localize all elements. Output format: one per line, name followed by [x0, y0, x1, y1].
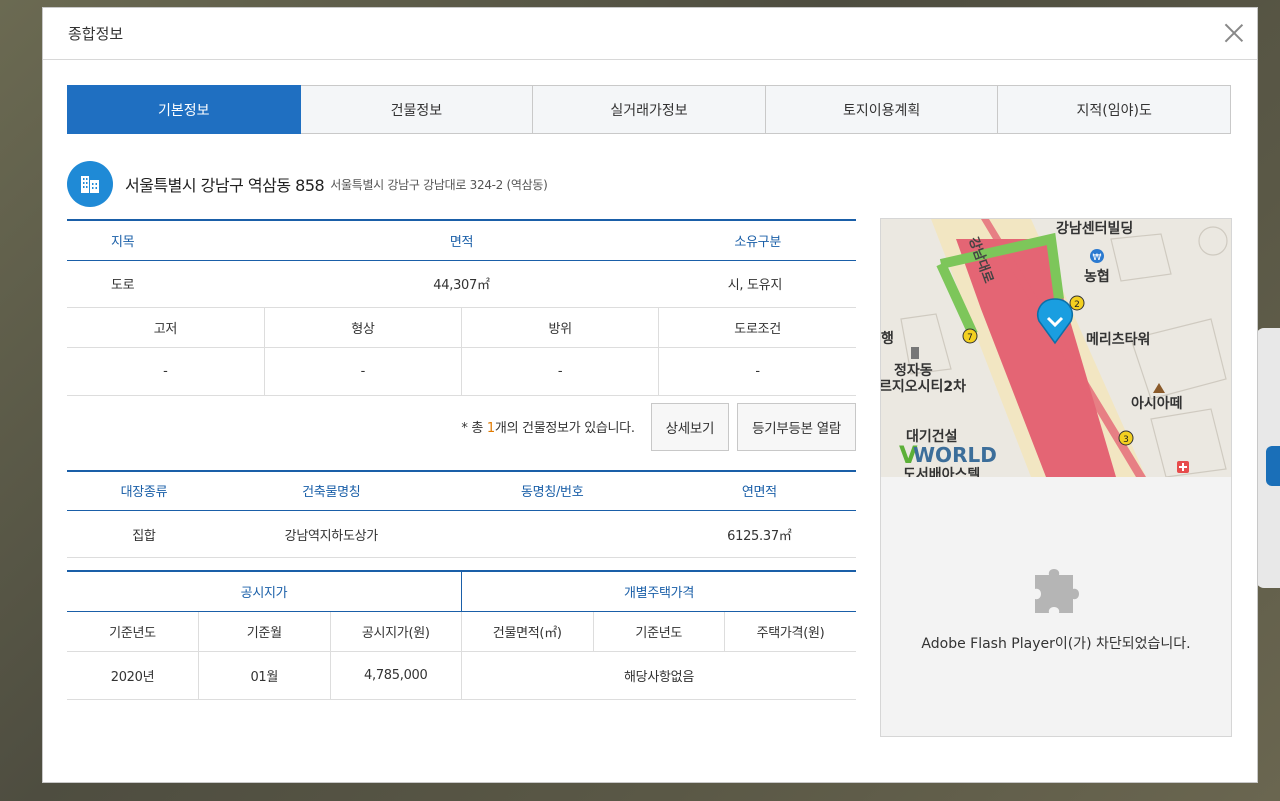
close-icon[interactable]: [1223, 22, 1245, 44]
house-price-none: 해당사항없음: [461, 651, 856, 700]
land-shape-value: -: [264, 347, 463, 396]
vworld-text: WORLD: [913, 443, 997, 467]
flash-blocked-message: Adobe Flash Player이(가) 차단되었습니다.: [921, 635, 1191, 652]
building-count: 1: [486, 421, 495, 436]
individual-house-price-header: 개별주택가격: [461, 570, 856, 612]
land-area-value: 44,307㎡: [264, 260, 659, 308]
flash-blocked-area[interactable]: Adobe Flash Player이(가) 차단되었습니다.: [881, 477, 1231, 736]
price-header-month: 기준월: [198, 611, 331, 652]
land-elevation-value: -: [67, 347, 265, 396]
address-row: 서울특별시 강남구 역삼동 858 서울특별시 강남구 강남대로 324-2 (…: [67, 160, 548, 208]
exit-2-icon: 2: [1069, 295, 1085, 311]
modal-header: 종합정보: [43, 8, 1257, 60]
map-label-asia: 아시아떼: [1131, 395, 1183, 412]
location-map[interactable]: 7 2 3 ₩ 강남센터빌딩 농협 메리츠타워 행 정자동 르지오시티2차 아시…: [881, 219, 1231, 477]
modal-title: 종합정보: [68, 25, 124, 43]
hospital-icon: [1177, 461, 1189, 473]
exit-3-icon: 3: [1118, 430, 1134, 446]
background-side-button: [1266, 446, 1280, 486]
info-modal: 종합정보 기본정보 건물정보 실거래가정보 토지이용계획 지적(임야)도 서울특…: [42, 7, 1258, 783]
price-header-building-area: 건물면적(㎡): [461, 611, 594, 652]
building-header-type: 대장종류: [67, 469, 221, 511]
price-table: 공시지가 개별주택가격 기준년도 기준월 공시지가(원) 건물면적(㎡) 기준년…: [67, 570, 856, 700]
building-header-name: 건축물명칭: [220, 469, 442, 511]
tab-building-info[interactable]: 건물정보: [300, 85, 534, 134]
detail-view-button[interactable]: 상세보기: [650, 402, 730, 451]
building-name-value: 강남역지하도상가: [220, 510, 442, 558]
land-header-shape: 형상: [264, 307, 463, 348]
building-floor-area-value: 6125.37㎡: [662, 510, 856, 558]
registry-view-button[interactable]: 등기부등본 열람: [737, 402, 856, 451]
road-address: 서울특별시 강남구 강남대로 324-2 (역삼동): [330, 177, 548, 192]
price-header-year: 기준년도: [67, 611, 199, 652]
building-dong-value: [441, 510, 663, 558]
svg-text:₩: ₩: [1093, 253, 1102, 263]
price-month-value: 01월: [198, 651, 331, 700]
land-header-elevation: 고저: [67, 307, 265, 348]
land-header-road-condition: 도로조건: [658, 307, 856, 348]
exit-7-icon: 7: [962, 328, 978, 344]
tab-bar: 기본정보 건물정보 실거래가정보 토지이용계획 지적(임야)도: [67, 85, 1231, 134]
building-icon: [67, 161, 113, 207]
price-header-house-price: 주택가격(원): [724, 611, 856, 652]
price-land-value: 4,785,000: [330, 651, 462, 700]
map-label-bank: 농협: [1084, 269, 1110, 285]
exit-2-label: 2: [1074, 300, 1080, 310]
land-header-orientation: 방위: [461, 307, 660, 348]
land-ownership-value: 시, 도유지: [658, 260, 856, 308]
map-label-city: 르지오시티2차: [881, 379, 966, 395]
bank-icon: ₩: [1090, 249, 1104, 263]
land-header-area: 면적: [264, 219, 659, 261]
exit-3-label: 3: [1123, 435, 1129, 445]
land-road-condition-value: -: [658, 347, 856, 396]
building-type-value: 집합: [67, 510, 221, 558]
building-notice-row: * 총 1개의 건물정보가 있습니다. 상세보기 등기부등본 열람: [67, 396, 856, 458]
exit-7-label: 7: [967, 333, 973, 343]
land-orientation-value: -: [461, 347, 660, 396]
land-header-category: 지목: [67, 219, 265, 261]
map-label-tower: 메리츠타워: [1086, 332, 1150, 348]
plugin-puzzle-icon: [1035, 568, 1079, 613]
building-count-suffix: 개의 건물정보가 있습니다.: [494, 421, 635, 436]
map-label-building1: 강남센터빌딩: [1056, 220, 1133, 237]
map-panel: 7 2 3 ₩ 강남센터빌딩 농협 메리츠타워 행 정자동 르지오시티2차 아시…: [880, 218, 1232, 737]
land-table: 지목 면적 소유구분 도로 44,307㎡ 시, 도유지 고저 형상 방위 도로…: [67, 219, 856, 396]
building-header-dong: 동명칭/번호: [441, 469, 663, 511]
building-table: 대장종류 건축물명칭 동명칭/번호 연면적 집합 강남역지하도상가 6125.3…: [67, 469, 856, 558]
land-category-value: 도로: [67, 260, 265, 308]
price-header-land-price: 공시지가(원): [330, 611, 462, 652]
map-label-hang: 행: [881, 331, 894, 347]
tab-cadastral-map[interactable]: 지적(임야)도: [998, 85, 1231, 134]
building-count-prefix: * 총: [461, 421, 487, 436]
price-header-house-year: 기준년도: [593, 611, 725, 652]
vworld-logo: V WORLD: [899, 441, 997, 469]
info-tables: 지목 면적 소유구분 도로 44,307㎡ 시, 도유지 고저 형상 방위 도로…: [67, 219, 856, 700]
land-header-ownership: 소유구분: [658, 219, 856, 261]
tower-icon: [911, 347, 919, 359]
building-count-text: * 총 1개의 건물정보가 있습니다.: [461, 417, 635, 436]
building-header-floor-area: 연면적: [662, 469, 856, 511]
tab-basic-info[interactable]: 기본정보: [67, 85, 301, 134]
parcel-address: 서울특별시 강남구 역삼동 858: [125, 176, 325, 195]
official-land-price-header: 공시지가: [67, 570, 462, 612]
tab-transaction-price[interactable]: 실거래가정보: [533, 85, 766, 134]
map-label-jeongja: 정자동: [894, 362, 933, 379]
tab-land-use-plan[interactable]: 토지이용계획: [765, 85, 999, 134]
price-year-value: 2020년: [67, 651, 199, 700]
